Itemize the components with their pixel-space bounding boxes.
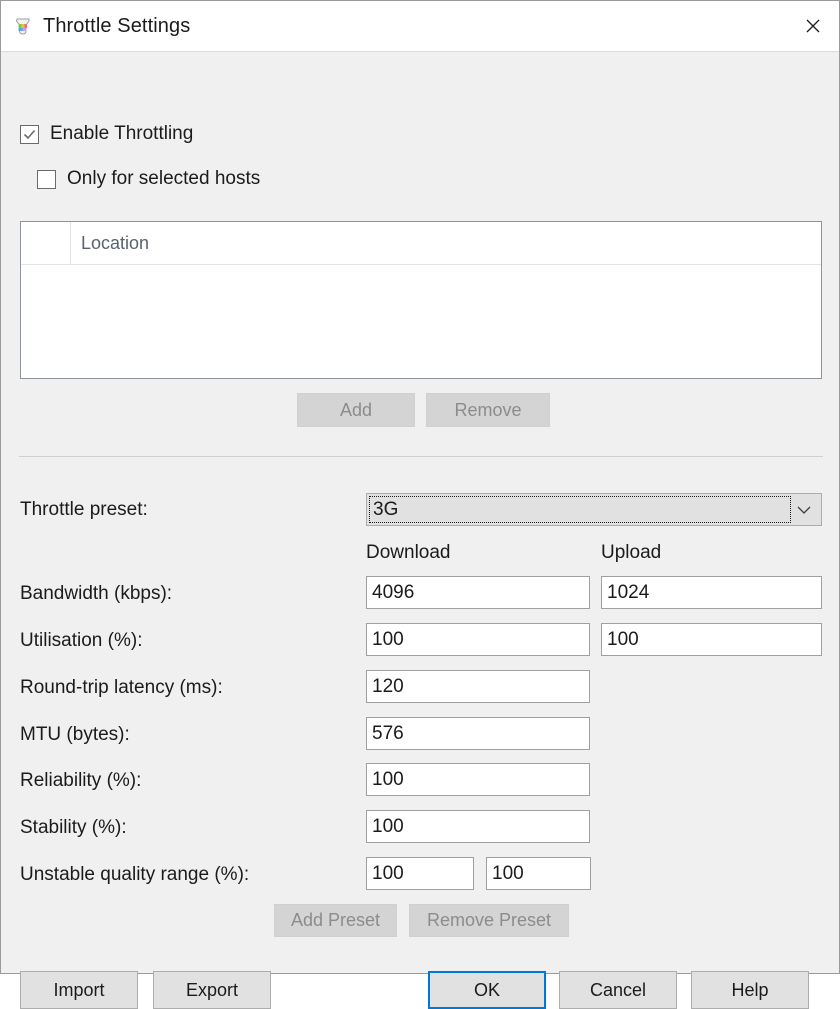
hosts-list-header: Location: [21, 222, 821, 265]
hosts-list-column-location: Location: [81, 232, 150, 253]
unstable-quality-range-label: Unstable quality range (%):: [20, 864, 250, 885]
cancel-button[interactable]: Cancel: [559, 971, 677, 1009]
utilisation-label: Utilisation (%):: [20, 630, 143, 651]
enable-throttling-label: Enable Throttling: [50, 123, 194, 144]
export-button[interactable]: Export: [153, 971, 271, 1009]
bandwidth-label: Bandwidth (kbps):: [20, 583, 173, 604]
latency-download-input[interactable]: [366, 670, 590, 703]
close-icon[interactable]: [787, 1, 839, 50]
remove-host-button[interactable]: Remove: [426, 393, 550, 427]
reliability-download-input[interactable]: [366, 763, 590, 796]
enable-throttling-checkbox-row[interactable]: Enable Throttling: [20, 123, 193, 145]
mtu-label: MTU (bytes):: [20, 724, 130, 745]
hosts-list-body[interactable]: [21, 265, 821, 378]
only-selected-hosts-checkbox[interactable]: [37, 169, 56, 189]
unstable-range-high-input[interactable]: [486, 857, 591, 890]
throttle-preset-select[interactable]: 3G: [366, 493, 822, 526]
hosts-list-column-check: [21, 222, 71, 264]
stability-download-input[interactable]: [366, 810, 590, 843]
unstable-range-low-input[interactable]: [366, 857, 474, 890]
ok-button[interactable]: OK: [428, 971, 546, 1009]
reliability-label: Reliability (%):: [20, 770, 142, 791]
chevron-down-icon[interactable]: [791, 494, 817, 525]
hosts-list[interactable]: Location: [20, 221, 822, 379]
add-host-button[interactable]: Add: [297, 393, 415, 427]
throttle-preset-value: 3G: [369, 496, 791, 523]
title-bar: Throttle Settings: [1, 1, 839, 52]
stability-label: Stability (%):: [20, 817, 127, 838]
utilisation-download-input[interactable]: [366, 623, 590, 656]
check-icon: [23, 129, 36, 139]
throttle-preset-label: Throttle preset:: [20, 499, 148, 520]
throttle-settings-dialog: Throttle Settings Enable Throttling Only…: [0, 0, 840, 1009]
latency-label: Round-trip latency (ms):: [20, 677, 223, 698]
help-button[interactable]: Help: [691, 971, 809, 1009]
throttle-app-icon: [12, 15, 34, 37]
only-selected-hosts-label: Only for selected hosts: [67, 168, 261, 189]
only-selected-hosts-checkbox-row[interactable]: Only for selected hosts: [37, 168, 260, 190]
bandwidth-download-input[interactable]: [366, 576, 590, 609]
upload-column-header: Upload: [601, 542, 662, 563]
add-preset-button[interactable]: Add Preset: [274, 904, 397, 937]
section-divider: [19, 456, 823, 457]
download-column-header: Download: [366, 542, 451, 563]
dialog-body: Enable Throttling Only for selected host…: [1, 52, 839, 1009]
enable-throttling-checkbox[interactable]: [20, 124, 39, 144]
window-title: Throttle Settings: [43, 14, 191, 37]
import-button[interactable]: Import: [20, 971, 138, 1009]
mtu-download-input[interactable]: [366, 717, 590, 750]
remove-preset-button[interactable]: Remove Preset: [409, 904, 569, 937]
utilisation-upload-input[interactable]: [601, 623, 822, 656]
bandwidth-upload-input[interactable]: [601, 576, 822, 609]
